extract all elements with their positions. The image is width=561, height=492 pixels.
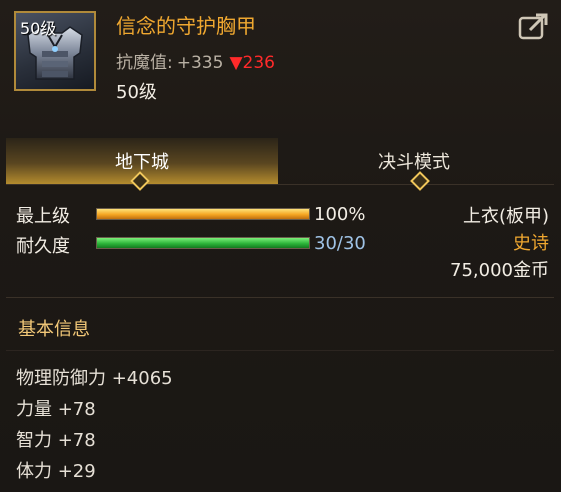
upgrade-bar-fill [97,209,309,219]
armor-chestplate-icon[interactable]: 50级 [14,11,96,91]
divider [6,297,554,298]
durability-label: 耐久度 [16,236,70,257]
equipment-slot: 上衣(板甲) [462,206,549,227]
mode-tabs: 地下城 决斗模式 [6,138,554,185]
required-level: 50级 [116,82,157,103]
upgrade-value: 100% [314,204,366,225]
durability-value: 30/30 [314,233,366,254]
durability-bar [96,237,310,249]
stat-value: +335 [176,53,224,73]
share-icon[interactable] [518,12,550,40]
upgrade-label: 最上级 [16,206,70,227]
item-name: 信念的守护胸甲 [116,14,256,38]
down-arrow-icon: ▼ [229,53,243,73]
item-tooltip-panel: 50级 信念的守护胸甲 抗魔值: +335 ▼236 50级 地下城 决斗模式 最上… [0,0,561,492]
price-label: 75,000金币 [450,260,549,281]
attr-intelligence: 智力 +78 [16,430,96,451]
stat-label: 抗魔值: [116,53,173,73]
stat-diff-value: 236 [242,53,275,73]
item-level-badge: 50级 [20,19,57,38]
durability-bar-fill [97,238,309,248]
divider [6,350,554,351]
attr-vitality: 体力 +29 [16,461,96,482]
magic-resist-stat: 抗魔值: +335 ▼236 [116,48,275,73]
section-title: 基本信息 [18,319,90,340]
attr-physical-defense: 物理防御力 +4065 [16,368,173,389]
rarity-label: 史诗 [513,233,549,254]
upgrade-bar [96,208,310,220]
attr-strength: 力量 +78 [16,399,96,420]
stat-diff: ▼236 [229,53,275,73]
